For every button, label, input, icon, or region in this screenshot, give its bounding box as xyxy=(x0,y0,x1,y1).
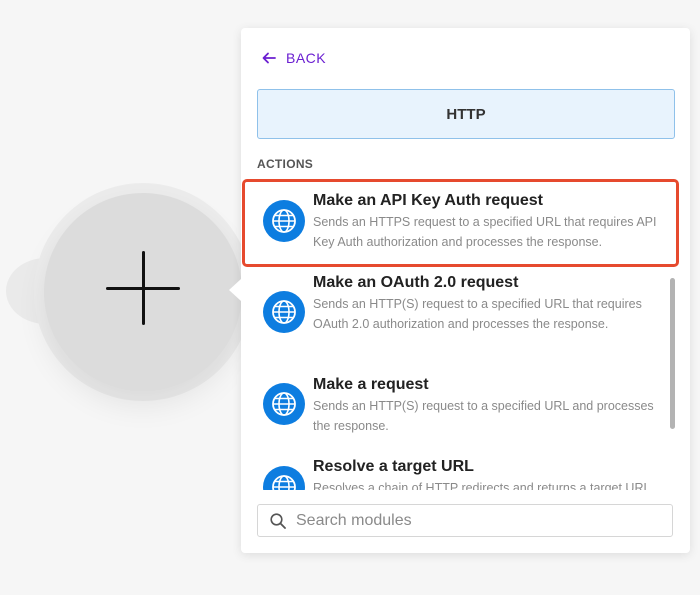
app-header[interactable]: HTTP xyxy=(257,89,675,139)
globe-icon xyxy=(263,466,305,490)
back-label: BACK xyxy=(286,50,327,66)
module-description: Sends an HTTPS request to a specified UR… xyxy=(313,215,657,249)
list-scrollbar[interactable] xyxy=(670,278,675,429)
module-item-make-a-request[interactable]: Make a request Sends an HTTP(S) request … xyxy=(243,372,663,454)
module-item-api-key-auth-request[interactable]: Make an API Key Auth request Sends an HT… xyxy=(243,178,663,268)
module-title: Make a request xyxy=(313,376,429,393)
search-input[interactable] xyxy=(294,510,658,531)
globe-icon xyxy=(263,383,305,425)
globe-icon xyxy=(263,291,305,333)
plus-icon[interactable] xyxy=(106,251,180,325)
module-description: Resolves a chain of HTTP redirects and r… xyxy=(313,481,654,490)
back-button[interactable]: BACK xyxy=(262,50,326,66)
module-item-oauth2-request[interactable]: Make an OAuth 2.0 request Sends an HTTP(… xyxy=(243,270,663,370)
search-field[interactable] xyxy=(257,504,673,537)
module-title: Make an API Key Auth request xyxy=(313,192,543,209)
arrow-left-icon xyxy=(262,52,276,64)
module-description: Sends an HTTP(S) request to a specified … xyxy=(313,399,654,433)
panel-pointer xyxy=(229,279,241,301)
globe-icon xyxy=(263,200,305,242)
module-item-resolve-target-url[interactable]: Resolve a target URL Resolves a chain of… xyxy=(243,456,663,490)
module-description: Sends an HTTP(S) request to a specified … xyxy=(313,297,642,331)
module-list[interactable]: Make an API Key Auth request Sends an HT… xyxy=(243,178,679,490)
module-title: Make an OAuth 2.0 request xyxy=(313,274,519,291)
search-icon xyxy=(270,512,286,529)
section-label-actions: ACTIONS xyxy=(257,157,314,171)
module-title: Resolve a target URL xyxy=(313,458,474,475)
app-name: HTTP xyxy=(446,105,486,123)
